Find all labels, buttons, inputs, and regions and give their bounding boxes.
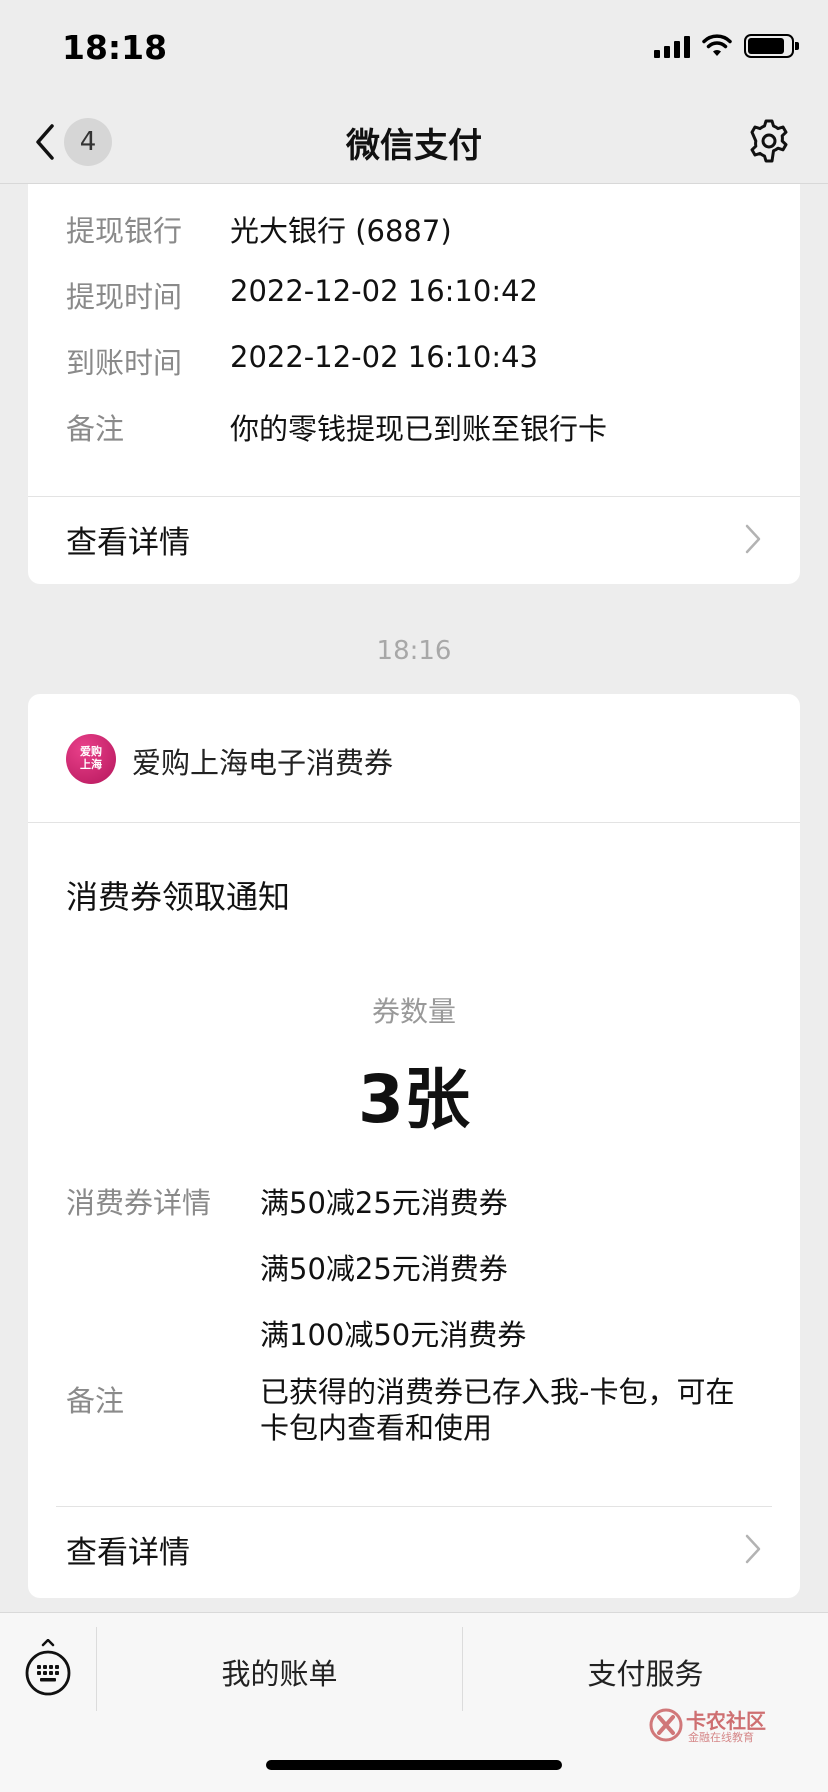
status-time: 18:18	[62, 28, 168, 67]
brand-header[interactable]: 爱购上海 爱购上海电子消费券	[28, 694, 800, 822]
coupon-notice-card[interactable]: 爱购上海 爱购上海电子消费券 消费券领取通知 券数量 3张 消费券详情 满50减…	[28, 694, 800, 1598]
status-bar: 18:18	[0, 0, 828, 100]
my-bill-button[interactable]: 我的账单	[97, 1651, 462, 1693]
wifi-icon	[702, 34, 732, 56]
payment-services-button[interactable]: 支付服务	[463, 1651, 828, 1693]
page-title: 微信支付	[346, 126, 482, 166]
view-details-label: 查看详情	[66, 1535, 190, 1571]
details-label: 消费券详情	[66, 1186, 212, 1220]
row-value: 光大银行 (6887)	[230, 214, 452, 248]
view-details-label: 查看详情	[66, 525, 190, 561]
view-details-link[interactable]: 查看详情	[28, 1507, 800, 1593]
watermark-logo-icon	[649, 1708, 683, 1742]
watermark-subtitle: 金融在线教育	[688, 1731, 754, 1744]
quantity-value: 3张	[358, 1061, 470, 1138]
cellular-signal-icon	[654, 34, 690, 58]
chevron-right-icon	[745, 1534, 761, 1564]
coupon-item: 满100减50元消费券	[260, 1318, 527, 1352]
coupon-item: 满50减25元消费券	[260, 1252, 508, 1286]
battery-icon	[744, 34, 799, 58]
chevron-right-icon	[745, 524, 761, 554]
row-value: 2022-12-02 16:10:42	[230, 274, 538, 308]
brand-name: 爱购上海电子消费券	[132, 746, 394, 780]
notice-title: 消费券领取通知	[66, 878, 291, 916]
status-icons	[654, 34, 799, 58]
coupon-item: 满50减25元消费券	[260, 1186, 508, 1220]
divider	[28, 822, 800, 823]
quantity-label: 券数量	[371, 995, 456, 1028]
watermark: 卡农社区 金融在线教育	[648, 1705, 768, 1745]
row-label: 到账时间	[66, 346, 183, 380]
message-timestamp: 18:16	[376, 636, 452, 666]
row-label: 提现时间	[66, 280, 183, 314]
row-label: 提现银行	[66, 214, 183, 248]
home-indicator[interactable]	[266, 1760, 562, 1770]
gear-icon[interactable]	[746, 118, 792, 164]
row-value: 你的零钱提现已到账至银行卡	[230, 412, 608, 446]
keyboard-toggle-icon[interactable]	[24, 1639, 72, 1697]
row-value: 2022-12-02 16:10:43	[230, 340, 538, 374]
brand-logo: 爱购上海	[66, 734, 116, 784]
view-details-link[interactable]: 查看详情	[28, 497, 800, 583]
remark-label: 备注	[66, 1384, 125, 1418]
row-label: 备注	[66, 412, 125, 446]
withdrawal-card: 提现银行 光大银行 (6887) 提现时间 2022-12-02 16:10:4…	[28, 184, 800, 584]
nav-bar: 4 微信支付	[0, 100, 828, 184]
remark-value: 已获得的消费券已存入我-卡包，可在卡包内查看和使用	[260, 1375, 735, 1445]
